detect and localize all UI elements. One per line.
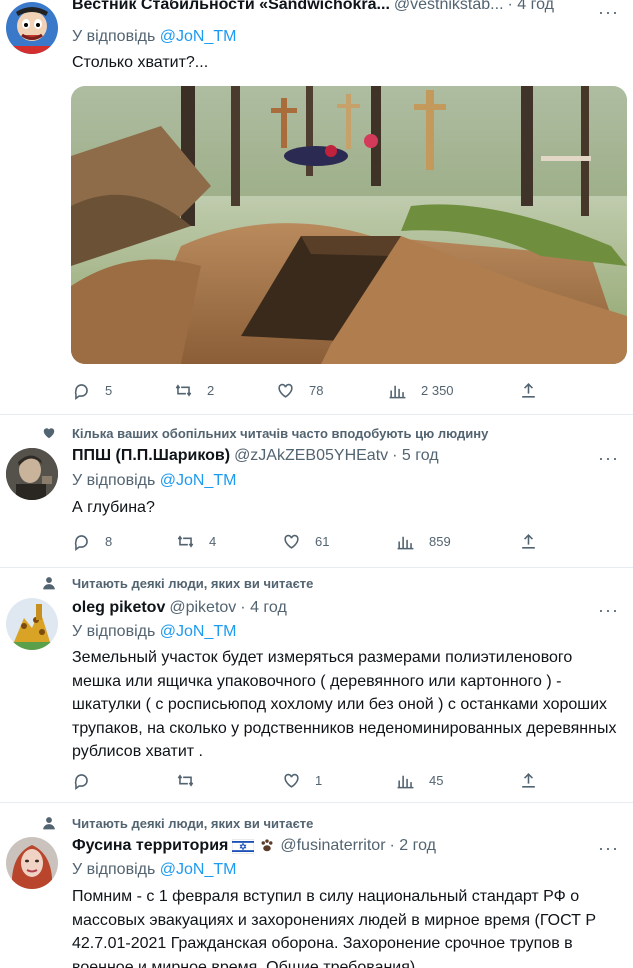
like-icon [278,383,293,398]
views-button[interactable]: 2 350 [388,379,454,401]
share-button[interactable] [519,530,538,552]
tweet-time[interactable]: · 4 год [240,599,286,617]
reply-context: У відповідь @JoN_TM [72,623,236,641]
reply-button[interactable]: 8 [72,530,112,552]
like-button[interactable]: 1 [282,769,322,791]
reply-label: У відповідь [72,623,156,640]
reply-mention[interactable]: @JoN_TM [160,28,237,45]
author-name[interactable]: ППШ (П.П.Шариков) [72,447,230,465]
author-name[interactable]: Вестник Стабильности «Sandwichokra... [72,0,390,14]
retweet-button[interactable]: 2 [174,379,214,401]
tweet-3[interactable]: Читають деякі люди, яких ви читаєте oleg… [0,568,633,802]
share-icon [522,533,535,549]
author-handle[interactable]: @vestnikstab... [394,0,504,14]
reply-button[interactable]: 5 [72,379,112,401]
more-icon[interactable]: ··· [598,448,619,469]
reply-button[interactable] [72,769,105,791]
avatar[interactable] [6,2,58,54]
tweet-actions: 8 4 61 859 [72,530,552,552]
reply-context: У відповідь @JoN_TM [72,28,236,46]
paw-icon [261,839,273,852]
social-context: Кілька ваших обопільних читачів часто вп… [72,426,489,441]
views-count: 2 350 [421,382,454,398]
reply-mention[interactable]: @JoN_TM [160,472,237,489]
retweet-icon [175,383,192,397]
like-count: 1 [315,772,323,788]
reply-mention[interactable]: @JoN_TM [160,861,237,878]
reply-icon [74,534,88,551]
views-count: 859 [429,533,451,549]
tweet-2[interactable]: Кілька ваших обопільних читачів часто вп… [0,415,633,567]
retweet-count: 4 [209,533,217,549]
tweet-text: Помним - с 1 февраля вступил в силу наци… [72,888,596,968]
person-social-icon [43,817,55,830]
author-name[interactable]: oleg piketov [72,599,165,617]
avatar[interactable] [6,448,58,500]
social-context: Читають деякі люди, яких ви читаєте [72,816,314,831]
retweet-button[interactable]: 4 [176,530,216,552]
views-icon [389,385,406,398]
more-icon[interactable]: ··· [598,2,619,23]
avatar[interactable] [6,598,58,650]
tweet-actions: 1 45 [72,769,552,791]
more-icon[interactable]: ··· [598,600,619,621]
share-icon [522,772,535,788]
reply-context: У відповідь @JoN_TM [72,472,236,490]
tweet-text: Земельный участок будет измеряться разме… [72,649,617,760]
tweet-text: А глубина? [72,499,155,516]
views-icon [397,536,414,549]
reply-mention[interactable]: @JoN_TM [160,623,237,640]
reply-icon [74,773,88,790]
reply-icon [74,383,88,400]
more-icon[interactable]: ··· [598,838,619,859]
tweet-actions: 5 2 78 2 350 [72,379,552,401]
views-icon [397,775,414,788]
avatar[interactable] [6,837,58,889]
tweet-time[interactable]: · 4 год [508,0,554,14]
tweet-time[interactable]: · 2 год [390,837,436,855]
share-icon [522,382,535,398]
like-button[interactable]: 78 [276,379,323,401]
reply-context: У відповідь @JoN_TM [72,861,236,879]
views-button[interactable]: 859 [396,530,451,552]
tweet-text: Столько хватит?... [72,54,209,71]
retweet-icon [177,534,194,548]
reply-label: У відповідь [72,861,156,878]
social-context: Читають деякі люди, яких ви читаєте [72,576,314,591]
like-count: 61 [315,533,330,549]
like-count: 78 [309,382,324,398]
reply-label: У відповідь [72,28,156,45]
author-handle[interactable]: @zJAkZEB05YHEatv [234,447,388,465]
israel-flag-icon [232,838,255,854]
reply-count: 5 [105,382,113,398]
tweet-4[interactable]: Читають деякі люди, яких ви читаєте Фуси… [0,803,633,968]
views-count: 45 [429,772,444,788]
author-name[interactable]: Фусина территория [72,837,228,855]
retweet-count: 2 [207,382,215,398]
reply-label: У відповідь [72,472,156,489]
share-button[interactable] [519,769,538,791]
author-handle[interactable]: @piketov [169,599,236,617]
views-button[interactable]: 45 [396,769,443,791]
person-social-icon [43,577,55,590]
like-icon [284,534,299,549]
tweet-1[interactable]: Вестник Стабильности «Sandwichokra... @v… [0,0,633,414]
heart-social-icon [43,428,55,439]
author-handle[interactable]: @fusinaterritor [280,837,385,855]
tweet-time[interactable]: · 5 год [392,447,438,465]
share-button[interactable] [519,379,538,401]
like-icon [284,773,299,788]
retweet-button[interactable] [176,769,209,791]
like-button[interactable]: 61 [282,530,329,552]
tweet-photo[interactable] [71,86,627,364]
reply-count: 8 [105,533,113,549]
retweet-icon [177,773,194,787]
